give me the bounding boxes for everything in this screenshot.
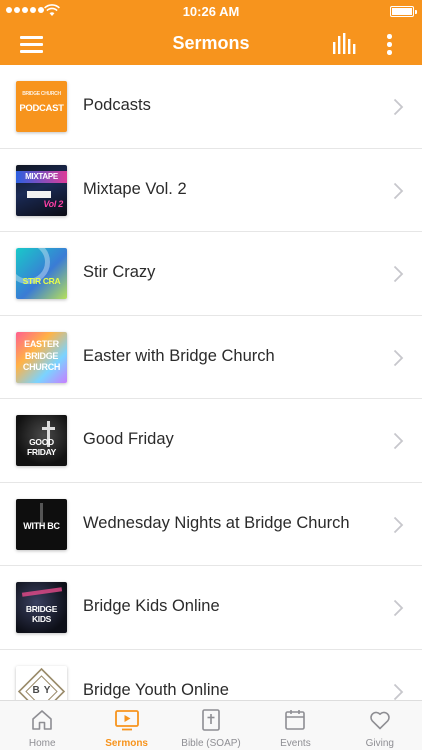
tab-giving[interactable]: Giving — [338, 701, 422, 750]
sermon-row-easter[interactable]: EASTER BRIDGE CHURCH Easter with Bridge … — [0, 315, 422, 399]
sermon-title: Mixtape Vol. 2 — [83, 179, 187, 198]
chevron-right-icon — [393, 683, 404, 700]
sermon-title: Wednesday Nights at Bridge Church — [83, 513, 350, 532]
sermon-row-podcasts[interactable]: BRIDGE CHURCH PODCAST Podcasts — [0, 65, 422, 149]
thumbnail-text: PODCAST — [19, 103, 64, 114]
thumbnail-subtext: Vol 2 — [43, 198, 63, 209]
sermon-title: Bridge Kids Online — [83, 597, 220, 615]
home-icon — [32, 710, 53, 730]
sermon-title: Easter with Bridge Church — [83, 346, 275, 365]
sermon-thumbnail: WITH BC — [16, 498, 67, 550]
sermon-row-wednesday-nights[interactable]: WITH BC Wednesday Nights at Bridge Churc… — [0, 482, 422, 566]
thumbnail-text: GOOD FRIDAY — [26, 437, 57, 457]
battery-icon — [390, 6, 417, 17]
sermon-row-bridge-kids[interactable]: BRIDGE KIDS Bridge Kids Online — [0, 566, 422, 650]
heart-icon — [370, 711, 390, 730]
sermon-row-stir-crazy[interactable]: STIR CRA Stir Crazy — [0, 232, 422, 316]
sermon-title: Podcasts — [83, 96, 151, 114]
nav-bar: Sermons — [0, 22, 422, 65]
menu-button[interactable] — [20, 33, 44, 53]
thumbnail-text: BRIDGE KIDS — [25, 604, 58, 624]
status-bar: 10:26 AM — [0, 0, 422, 22]
bible-icon — [202, 709, 220, 731]
sermon-list: BRIDGE CHURCH PODCAST Podcasts MIXTAPE V… — [0, 65, 422, 700]
chevron-right-icon — [393, 182, 404, 199]
thumbnail-subtext: BRIDGE CHURCH — [22, 91, 61, 97]
thumbnail-text: BY — [32, 684, 55, 696]
tab-label: Bible (SOAP) — [181, 738, 241, 749]
more-button[interactable] — [380, 31, 400, 57]
chevron-right-icon — [393, 432, 404, 450]
sermon-title: Stir Crazy — [83, 263, 156, 281]
sermon-title: Bridge Youth Online — [83, 680, 229, 699]
chevron-right-icon — [393, 265, 404, 283]
tab-label: Events — [280, 738, 311, 749]
sermon-thumbnail: BRIDGE KIDS — [16, 582, 67, 633]
thumbnail-text: MIXTAPE — [25, 171, 58, 181]
tab-label: Home — [28, 738, 56, 749]
status-time: 10:26 AM — [182, 4, 240, 19]
page-title: Sermons — [172, 33, 250, 53]
sermon-thumbnail: EASTER BRIDGE CHURCH — [16, 331, 67, 383]
calendar-icon — [285, 710, 306, 730]
sermon-row-mixtape[interactable]: MIXTAPE Vol 2 Mixtape Vol. 2 — [0, 148, 422, 232]
sermon-title: Good Friday — [83, 430, 174, 448]
tab-bar: Home Sermons Bible (SOAP) Events Giving — [0, 700, 422, 750]
sermon-thumbnail: GOOD FRIDAY — [16, 415, 67, 466]
chevron-right-icon — [393, 599, 404, 617]
audio-bars-button[interactable] — [332, 33, 358, 55]
tab-label: Giving — [365, 738, 394, 749]
sermon-thumbnail: BRIDGE CHURCH PODCAST — [16, 81, 67, 132]
tab-events[interactable]: Events — [253, 701, 337, 750]
tab-label: Sermons — [105, 738, 148, 749]
thumbnail-text: WITH BC — [23, 520, 60, 531]
thumbnail-text: EASTER — [24, 338, 59, 349]
tab-home[interactable]: Home — [0, 701, 84, 750]
chevron-right-icon — [393, 516, 404, 533]
sermon-row-bridge-youth[interactable]: BY Bridge Youth Online — [0, 649, 422, 700]
header: 10:26 AM Sermons — [0, 0, 422, 65]
tab-sermons[interactable]: Sermons — [84, 701, 168, 750]
thumbnail-subtext: BRIDGE CHURCH — [22, 350, 61, 372]
sermon-thumbnail: BY — [16, 665, 67, 700]
sermon-row-good-friday[interactable]: GOOD FRIDAY Good Friday — [0, 399, 422, 483]
chevron-right-icon — [393, 98, 404, 116]
video-icon — [114, 710, 139, 731]
chevron-right-icon — [393, 349, 404, 366]
sermon-thumbnail: STIR CRA — [16, 248, 67, 299]
tab-bible[interactable]: Bible (SOAP) — [169, 701, 253, 750]
sermon-thumbnail: MIXTAPE Vol 2 — [16, 164, 67, 216]
thumbnail-text: STIR CRA — [22, 276, 61, 286]
